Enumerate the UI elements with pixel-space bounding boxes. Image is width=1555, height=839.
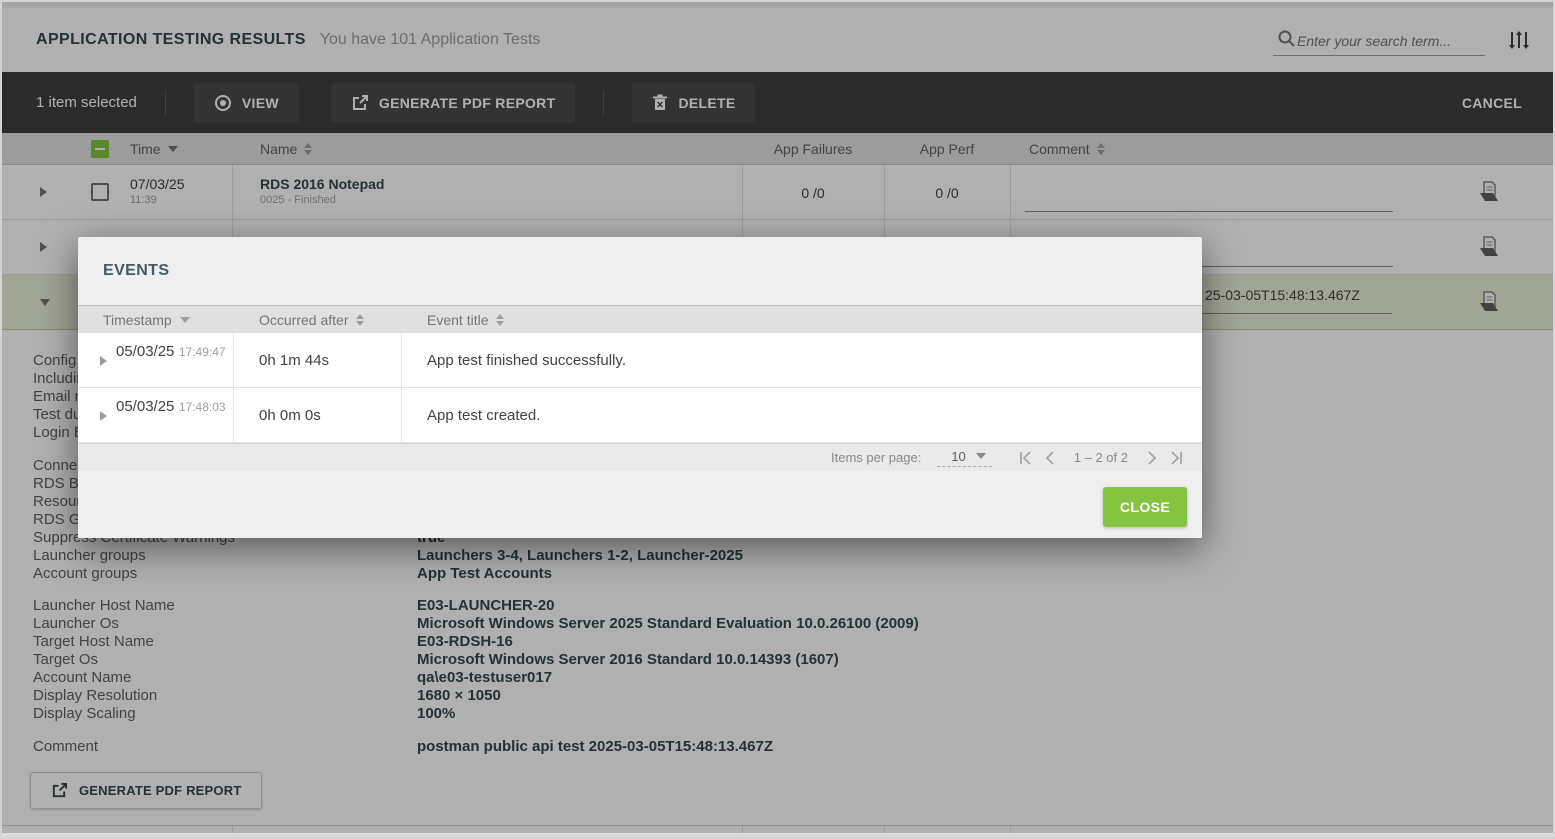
chevron-down-icon [976,453,986,459]
items-per-page-select[interactable]: 10 [937,449,991,467]
sort-icon [496,314,504,326]
event-title-cell: App test created. [427,388,540,443]
event-row[interactable]: 05/03/25 17:49:47 0h 1m 44s App test fin… [78,333,1202,388]
events-modal: EVENTS Timestamp Occurred after Event ti… [78,237,1202,538]
expand-event-icon[interactable] [100,356,107,366]
expand-event-icon[interactable] [100,411,107,421]
modal-footer: CLOSE [78,471,1202,538]
timestamp-cell: 05/03/25 17:48:03 [116,397,226,416]
column-header-occurred-after[interactable]: Occurred after [259,306,364,334]
items-per-page-label: Items per page: [831,450,921,465]
bottom-frame [0,833,1555,839]
events-pagination-bar: Items per page: 10 1 – 2 of 2 [78,443,1202,471]
event-row[interactable]: 05/03/25 17:48:03 0h 0m 0s App test crea… [78,388,1202,443]
app-testing-results-screen: APPLICATION TESTING RESULTS You have 101… [0,0,1555,839]
close-button[interactable]: CLOSE [1103,487,1187,527]
occurred-after-cell: 0h 0m 0s [259,388,321,443]
last-page-icon[interactable] [1168,451,1184,465]
sort-desc-icon [180,317,190,323]
timestamp-cell: 05/03/25 17:49:47 [116,342,226,361]
pagination-range: 1 – 2 of 2 [1074,450,1128,465]
first-page-icon[interactable] [1018,451,1034,465]
occurred-after-cell: 0h 1m 44s [259,333,329,388]
previous-page-icon[interactable] [1044,451,1056,465]
column-header-timestamp[interactable]: Timestamp [103,306,190,334]
modal-title: EVENTS [103,237,169,305]
column-header-event-title[interactable]: Event title [427,306,504,334]
next-page-icon[interactable] [1146,451,1158,465]
event-title-cell: App test finished successfully. [427,333,626,388]
events-table-header: Timestamp Occurred after Event title [78,305,1202,333]
sort-icon [356,314,364,326]
